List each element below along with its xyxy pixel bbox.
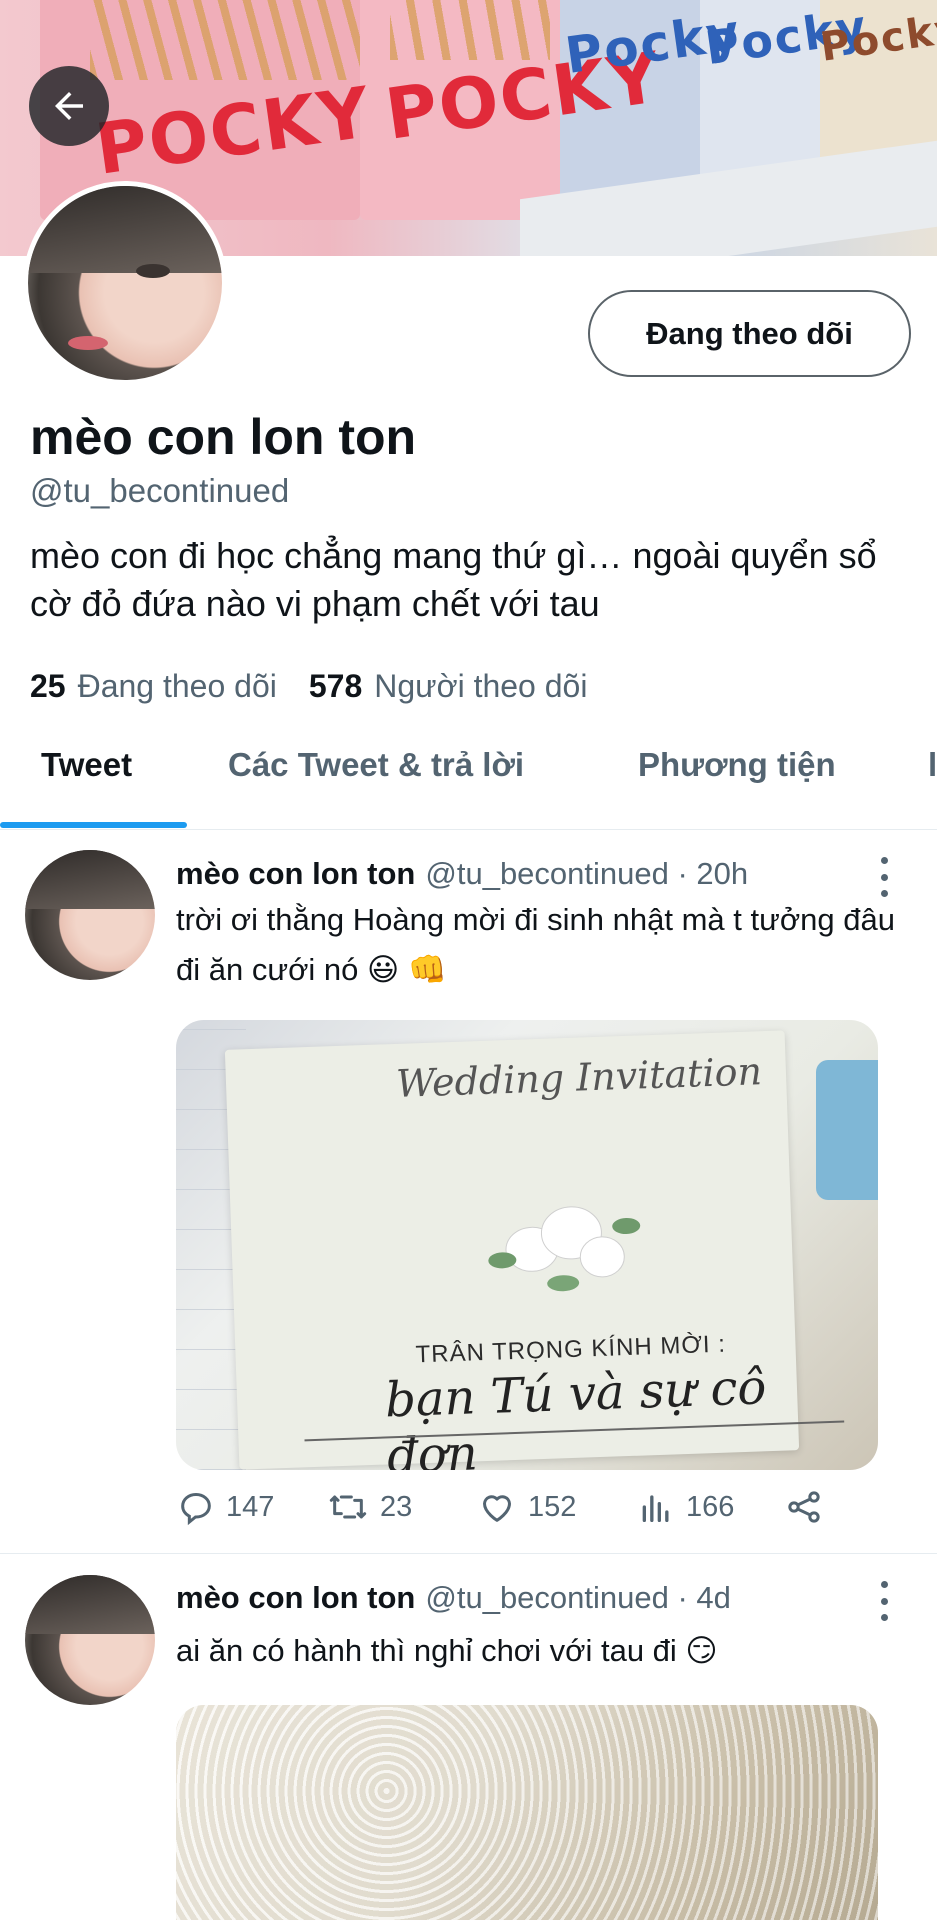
tab-media[interactable]: Phương tiện: [638, 746, 836, 784]
tweet-header: mèo con lon ton @tu_becontinued · 4d: [176, 1580, 731, 1616]
avatar-hair: [25, 1575, 155, 1634]
flower-decoration: [488, 1206, 641, 1292]
invitation-script-title: Wedding Invitation: [395, 1049, 763, 1106]
more-vertical-icon[interactable]: [872, 857, 896, 897]
tweet-author-name[interactable]: mèo con lon ton: [176, 1580, 415, 1615]
banner-sticks: [90, 0, 360, 80]
active-tab-indicator: [0, 822, 187, 828]
tweet-text: trời ơi thằng Hoàng mời đi sinh nhật mà …: [176, 902, 895, 987]
following-stat[interactable]: 25 Đang theo dõi: [30, 668, 277, 705]
like-icon: [483, 1495, 511, 1522]
avatar-lip: [68, 336, 108, 350]
retweet-count: 23: [380, 1490, 413, 1523]
followers-label: Người theo dõi: [374, 668, 588, 704]
tweet-actions: 147 23 152 166: [176, 1487, 856, 1537]
profile-stats: 25 Đang theo dõi 578 Người theo dõi: [30, 668, 587, 705]
profile-bio: mèo con đi học chẳng mang thứ gì… ngoài …: [30, 535, 877, 624]
profile-avatar[interactable]: [23, 181, 227, 385]
blue-pouch: [816, 1060, 878, 1200]
views-button[interactable]: 166: [636, 1487, 734, 1527]
tweet-divider: [0, 1553, 937, 1554]
avatar-eye: [136, 264, 170, 278]
following-label: Đang theo dõi: [77, 668, 277, 704]
like-count: 152: [528, 1490, 577, 1523]
retweet-button[interactable]: 23: [326, 1487, 412, 1527]
tweet-text: ai ăn có hành thì nghỉ chơi với tau đi 😏: [176, 1633, 718, 1668]
more-vertical-icon[interactable]: [872, 1581, 896, 1621]
tab-tweets-replies[interactable]: Các Tweet & trả lời: [228, 746, 524, 784]
invitation-line2: bạn Tú và sự cô đơn: [384, 1359, 768, 1470]
tweet-time: · 20h: [677, 856, 749, 891]
tweet-avatar[interactable]: [25, 850, 155, 980]
tweet-image[interactable]: Wedding Invitation TRÂN TRỌNG KÍNH MỜI :…: [176, 1020, 878, 1470]
tweet-author-handle: @tu_becontinued: [425, 856, 669, 891]
profile-name: mèo con lon ton: [30, 409, 417, 465]
following-count: 25: [30, 668, 66, 704]
share-button[interactable]: [784, 1487, 824, 1527]
avatar-hair: [28, 186, 222, 274]
profile-tabs: Tweet Các Tweet & trả lời Phương tiện l: [0, 730, 937, 830]
tab-likes-partial[interactable]: l: [928, 746, 937, 784]
tab-tweets[interactable]: Tweet: [41, 746, 132, 784]
reply-icon: [181, 1492, 211, 1526]
following-button[interactable]: Đang theo dõi: [588, 290, 911, 377]
views-icon: [642, 1495, 669, 1522]
tweet-avatar[interactable]: [25, 1575, 155, 1705]
noodle-texture: [176, 1705, 878, 1920]
avatar-hair: [25, 850, 155, 909]
tweet-author-name[interactable]: mèo con lon ton: [176, 856, 415, 891]
tweet-time: · 4d: [677, 1580, 731, 1615]
invitation-card: Wedding Invitation TRÂN TRỌNG KÍNH MỜI :…: [224, 1030, 845, 1470]
back-button[interactable]: [29, 66, 109, 146]
followers-stat[interactable]: 578 Người theo dõi: [309, 668, 588, 705]
profile-handle: @tu_becontinued: [30, 472, 290, 509]
banner-sticks: [390, 0, 550, 60]
back-arrow-icon: [55, 92, 83, 120]
reply-button[interactable]: 147: [176, 1487, 274, 1527]
tweet-header: mèo con lon ton @tu_becontinued · 20h: [176, 856, 748, 892]
reply-count: 147: [226, 1490, 275, 1523]
views-count: 166: [686, 1490, 735, 1523]
tweet-image[interactable]: [176, 1705, 878, 1920]
retweet-icon: [329, 1495, 367, 1519]
tweet-author-handle: @tu_becontinued: [425, 1580, 669, 1615]
like-button[interactable]: 152: [476, 1487, 576, 1527]
followers-count: 578: [308, 668, 363, 704]
share-icon: [788, 1491, 820, 1523]
